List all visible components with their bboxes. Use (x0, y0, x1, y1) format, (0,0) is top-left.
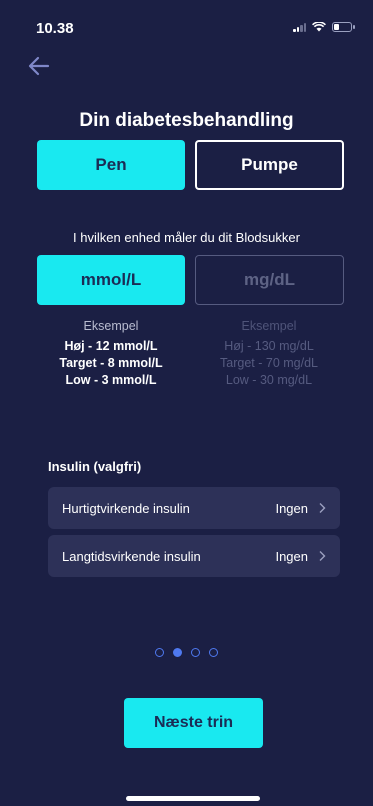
row-label: Hurtigtvirkende insulin (62, 500, 190, 516)
page-title: Din diabetesbehandling (79, 110, 294, 131)
unit-question: I hvilken enhed måler du dit Blodsukker (73, 230, 300, 245)
insulin-section-title: Insulin (valgfri) (48, 459, 142, 474)
status-icons (293, 22, 355, 32)
home-indicator (126, 796, 260, 801)
page-dot-active (173, 648, 182, 657)
battery-icon (332, 22, 352, 32)
unit-mmol-button[interactable]: mmol/L (37, 255, 185, 305)
back-arrow-icon[interactable] (28, 56, 50, 76)
example-target: Target - 8 mmol/L (59, 356, 163, 370)
page-dot (191, 648, 200, 657)
page-dot (155, 648, 164, 657)
rapid-insulin-row[interactable]: Hurtigtvirkende insulin Ingen (48, 487, 340, 529)
chevron-right-icon (319, 551, 326, 561)
wifi-icon (312, 22, 326, 32)
example-heading: Eksempel (241, 319, 297, 333)
example-mgdl: Eksempel Høj - 130 mg/dL Target - 70 mg/… (194, 318, 344, 389)
battery-nub (353, 25, 355, 29)
example-heading: Eksempel (83, 319, 139, 333)
example-mmol: Eksempel Høj - 12 mmol/L Target - 8 mmol… (36, 318, 186, 389)
status-bar: 10.38 (0, 0, 373, 44)
long-acting-insulin-row[interactable]: Langtidsvirkende insulin Ingen (48, 535, 340, 577)
chevron-right-icon (319, 503, 326, 513)
row-label: Langtidsvirkende insulin (62, 548, 201, 564)
status-time: 10.38 (36, 20, 74, 37)
treatment-pump-button[interactable]: Pumpe (195, 140, 344, 190)
unit-mgdl-button[interactable]: mg/dL (195, 255, 344, 305)
example-high: Høj - 12 mmol/L (64, 339, 158, 353)
treatment-pen-button[interactable]: Pen (37, 140, 185, 190)
page-dot (209, 648, 218, 657)
signal-icon (293, 22, 306, 32)
row-value: Ingen (275, 500, 308, 516)
next-step-button[interactable]: Næste trin (124, 698, 263, 748)
example-low: Low - 30 mg/dL (225, 373, 313, 387)
row-value: Ingen (275, 548, 308, 564)
example-target: Target - 70 mg/dL (220, 356, 318, 370)
example-high: Høj - 130 mg/dL (224, 339, 314, 353)
page-indicator (0, 648, 373, 657)
example-low: Low - 3 mmol/L (65, 373, 157, 387)
